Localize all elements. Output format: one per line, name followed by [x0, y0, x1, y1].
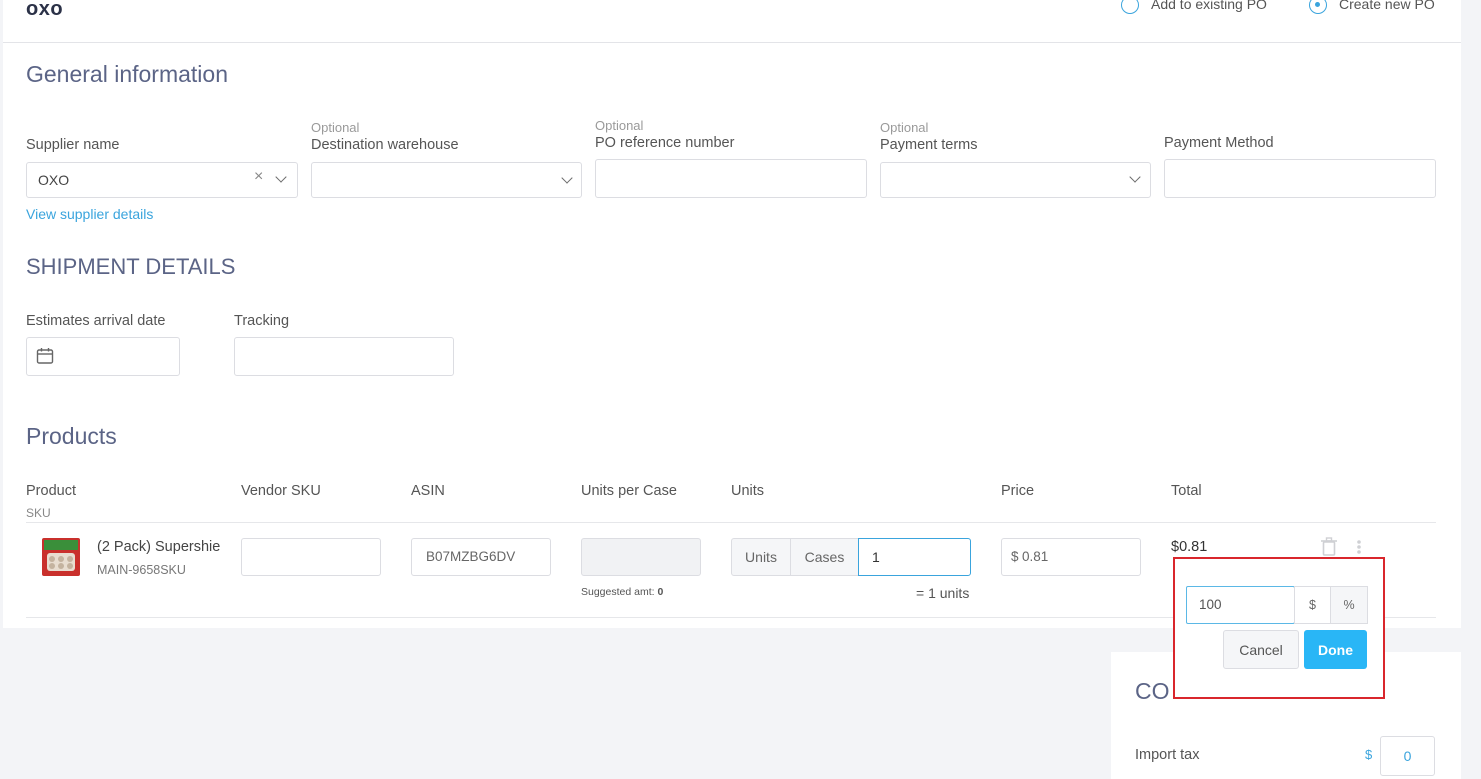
warehouse-optional-label: Optional: [311, 120, 360, 135]
discount-popup: 100 $ % Cancel Done: [1173, 557, 1385, 699]
product-sku: MAIN-9658SKU: [97, 563, 186, 577]
column-vendor-sku: Vendor SKU: [241, 483, 321, 499]
discount-dollar-toggle[interactable]: $: [1294, 586, 1331, 624]
units-equivalent: = 1 units: [916, 585, 970, 601]
discount-value: 100: [1199, 597, 1222, 612]
po-ref-optional-label: Optional: [595, 118, 644, 133]
suggested-amount-label: Suggested amt:: [581, 586, 655, 598]
column-price: Price: [1001, 483, 1035, 499]
destination-warehouse-select[interactable]: [311, 162, 582, 198]
product-thumbnail: [42, 538, 80, 576]
chevron-down-icon: [1129, 171, 1141, 183]
column-sku: SKU: [26, 506, 51, 520]
discount-percent-toggle[interactable]: %: [1330, 586, 1368, 624]
price-input[interactable]: $ 0.81: [1001, 538, 1141, 576]
tracking-input[interactable]: [234, 337, 454, 376]
tracking-label: Tracking: [234, 313, 290, 329]
payment-method-input[interactable]: [1164, 159, 1436, 198]
chevron-down-icon: [275, 171, 287, 183]
radio-add-existing-po-label[interactable]: Add to existing PO: [1151, 0, 1267, 12]
import-tax-value: 0: [1403, 748, 1412, 764]
general-info-title: General information: [26, 61, 228, 87]
units-toggle[interactable]: Units: [731, 538, 791, 576]
po-reference-label: PO reference number: [595, 135, 735, 151]
price-value: 0.81: [1022, 549, 1049, 564]
table-header-divider: [26, 522, 1436, 523]
chevron-down-icon: [561, 172, 573, 184]
arrival-date-input[interactable]: [26, 337, 180, 376]
trash-icon[interactable]: [1320, 537, 1338, 557]
quantity-value: 1: [872, 549, 880, 565]
import-tax-currency: $: [1365, 747, 1373, 762]
calendar-icon[interactable]: [36, 347, 54, 365]
payment-terms-label: Payment terms: [880, 137, 978, 153]
import-tax-label: Import tax: [1135, 747, 1200, 763]
view-supplier-details-link[interactable]: View supplier details: [26, 206, 153, 222]
quantity-input[interactable]: 1: [858, 538, 971, 576]
row-total: $0.81: [1171, 539, 1208, 555]
column-product: Product: [26, 483, 76, 499]
payment-terms-select[interactable]: [880, 162, 1151, 198]
done-button[interactable]: Done: [1304, 630, 1367, 669]
units-per-case-input: [581, 538, 701, 576]
suggested-amount-value: 0: [657, 586, 664, 598]
clear-icon[interactable]: ×: [254, 168, 263, 186]
price-currency: $: [1011, 549, 1019, 564]
supplier-name-value: OXO: [38, 172, 70, 188]
cancel-button[interactable]: Cancel: [1223, 630, 1299, 669]
column-asin: ASIN: [411, 483, 445, 499]
arrival-date-label: Estimates arrival date: [26, 313, 166, 329]
asin-value: B07MZBG6DV: [426, 549, 516, 564]
asin-input[interactable]: B07MZBG6DV: [411, 538, 551, 576]
po-reference-input[interactable]: [595, 159, 867, 198]
payment-method-label: Payment Method: [1164, 135, 1274, 151]
products-title: Products: [26, 423, 117, 449]
discount-value-input[interactable]: 100: [1186, 586, 1295, 624]
destination-warehouse-label: Destination warehouse: [311, 137, 459, 153]
column-total: Total: [1171, 483, 1202, 499]
more-options-icon[interactable]: [1355, 539, 1363, 555]
radio-create-new-po-label[interactable]: Create new PO: [1339, 0, 1435, 12]
vendor-sku-input[interactable]: [241, 538, 381, 576]
costs-title: CO: [1135, 678, 1170, 704]
supplier-name-select[interactable]: OXO ×: [26, 162, 298, 198]
suggested-amount: Suggested amt: 0: [581, 586, 663, 598]
cases-toggle[interactable]: Cases: [790, 538, 859, 576]
main-panel: [3, 0, 1461, 628]
import-tax-input[interactable]: 0: [1380, 736, 1435, 776]
supplier-title: oxo: [26, 0, 64, 20]
column-units-per-case: Units per Case: [581, 483, 677, 499]
product-name[interactable]: (2 Pack) Supershie: [97, 539, 227, 555]
column-units: Units: [731, 483, 765, 499]
shipment-details-title: SHIPMENT DETAILS: [26, 254, 236, 279]
supplier-name-label: Supplier name: [26, 137, 120, 153]
payment-terms-optional-label: Optional: [880, 120, 929, 135]
